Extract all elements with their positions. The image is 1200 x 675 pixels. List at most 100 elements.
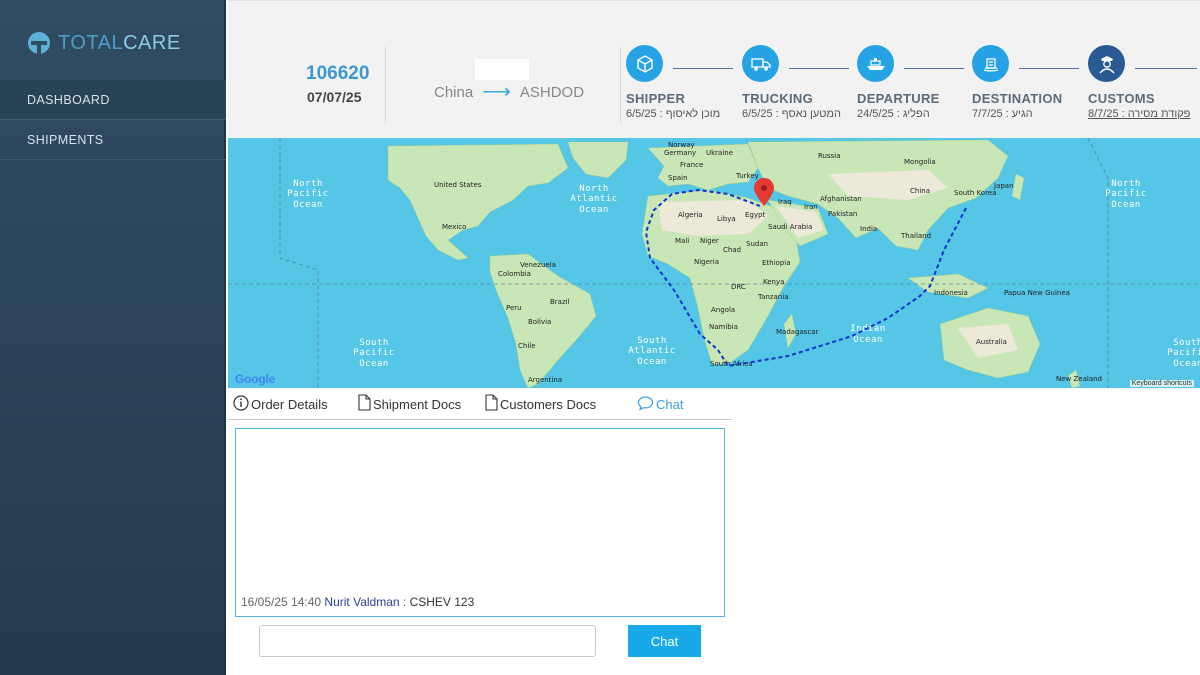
shipment-header: 106620 07/07/25 China ⟶ ASHDOD SHIPPER 6… — [228, 0, 1200, 138]
svg-text:Mali: Mali — [675, 237, 689, 245]
svg-text:Colombia: Colombia — [498, 270, 531, 278]
svg-text:New Zealand: New Zealand — [1056, 375, 1102, 383]
tab-label: Order Details — [251, 396, 328, 412]
document-icon — [358, 394, 371, 414]
svg-text:Pacific: Pacific — [287, 189, 328, 199]
step-title: DESTINATION — [972, 91, 1063, 106]
header-divider — [385, 47, 386, 123]
svg-text:India: India — [860, 225, 877, 233]
redacted-field — [475, 59, 529, 80]
step-customs[interactable]: CUSTOMS 8/7/25 : פקודת מסירה — [1088, 45, 1198, 120]
svg-text:Papua New Guinea: Papua New Guinea — [1004, 289, 1070, 297]
svg-text:Niger: Niger — [700, 237, 719, 245]
svg-text:France: France — [680, 161, 703, 169]
svg-text:Saudi Arabia: Saudi Arabia — [768, 223, 812, 231]
svg-text:Sudan: Sudan — [746, 240, 768, 248]
svg-text:South Africa: South Africa — [710, 360, 753, 368]
svg-text:Pacific: Pacific — [353, 348, 394, 358]
port-icon — [972, 45, 1009, 82]
order-number: 106620 — [306, 63, 370, 84]
svg-text:North: North — [1111, 179, 1141, 189]
svg-text:Ethiopia: Ethiopia — [762, 259, 791, 267]
sidebar-item-dashboard[interactable]: DASHBOARD — [0, 80, 226, 120]
svg-text:Iraq: Iraq — [778, 198, 792, 206]
tab-label: Customers Docs — [500, 396, 597, 412]
svg-text:Ocean: Ocean — [1111, 200, 1141, 210]
step-departure[interactable]: DEPARTURE 24/5/25 : הפליג — [857, 45, 967, 120]
svg-text:Bolivia: Bolivia — [528, 318, 551, 326]
step-status: 6/5/25 : המטען נאסף — [742, 108, 841, 120]
svg-text:Ocean: Ocean — [359, 359, 389, 369]
svg-text:Venezuela: Venezuela — [520, 261, 556, 269]
sidebar-item-shipments[interactable]: SHIPMENTS — [0, 120, 226, 160]
svg-text:Afghanistan: Afghanistan — [820, 195, 862, 203]
svg-text:North: North — [293, 179, 323, 189]
svg-text:Argentina: Argentina — [528, 376, 562, 384]
svg-text:Germany: Germany — [664, 149, 696, 157]
header-divider — [620, 47, 621, 123]
svg-text:North: North — [579, 184, 609, 194]
step-shipper[interactable]: SHIPPER 6/5/25 : מוכן לאיסוף — [626, 45, 736, 120]
svg-text:Nigeria: Nigeria — [694, 258, 719, 266]
sidebar-nav: DASHBOARD SHIPMENTS — [0, 80, 226, 160]
order-date: 07/07/25 — [307, 89, 362, 105]
svg-text:Japan: Japan — [993, 182, 1014, 190]
step-trucking[interactable]: TRUCKING 6/5/25 : המטען נאסף — [742, 45, 852, 120]
chat-bubble-icon — [637, 395, 654, 414]
step-status: 6/5/25 : מוכן לאיסוף — [626, 108, 721, 120]
message-separator: : — [399, 595, 410, 609]
svg-text:South: South — [637, 336, 667, 346]
svg-text:Mongolia: Mongolia — [904, 158, 936, 166]
svg-text:Egypt: Egypt — [745, 211, 765, 219]
document-icon — [485, 394, 498, 414]
customs-officer-icon — [1088, 45, 1125, 82]
svg-text:Namibia: Namibia — [709, 323, 738, 331]
tab-label: Shipment Docs — [373, 396, 462, 412]
keyboard-shortcuts-link[interactable]: Keyboard shortcuts — [1129, 380, 1194, 387]
svg-text:Ocean: Ocean — [1173, 359, 1200, 369]
svg-text:Turkey: Turkey — [735, 172, 759, 180]
svg-text:Chad: Chad — [723, 246, 741, 254]
step-title: SHIPPER — [626, 91, 686, 106]
svg-text:Pakistan: Pakistan — [828, 210, 857, 218]
chat-message-input[interactable] — [259, 625, 596, 657]
svg-text:Algeria: Algeria — [678, 211, 703, 219]
svg-text:Ocean: Ocean — [293, 200, 323, 210]
svg-text:Tanzania: Tanzania — [757, 293, 788, 301]
svg-text:Australia: Australia — [976, 338, 1007, 346]
logo-icon — [28, 32, 50, 54]
truck-icon — [742, 45, 779, 82]
send-chat-button[interactable]: Chat — [628, 625, 701, 657]
svg-text:Thailand: Thailand — [900, 232, 931, 240]
sidebar: TOTALCARE DASHBOARD SHIPMENTS — [0, 0, 226, 675]
chat-message: 16/05/25 14:40 Nurit Valdman : CSHEV 123 — [241, 595, 474, 609]
svg-text:South Korea: South Korea — [954, 189, 996, 197]
shipment-progress: SHIPPER 6/5/25 : מוכן לאיסוף TRUCKING 6/… — [626, 45, 1200, 125]
brand-logo[interactable]: TOTALCARE — [28, 28, 181, 58]
svg-text:Atlantic: Atlantic — [570, 194, 617, 204]
svg-text:United States: United States — [434, 181, 482, 189]
svg-text:Angola: Angola — [711, 306, 735, 314]
svg-text:Ocean: Ocean — [579, 205, 609, 215]
step-title: DEPARTURE — [857, 91, 940, 106]
step-status-link[interactable]: 8/7/25 : פקודת מסירה — [1088, 108, 1190, 120]
app: TOTALCARE DASHBOARD SHIPMENTS 106620 07/… — [0, 0, 1200, 675]
svg-text:Atlantic: Atlantic — [628, 346, 675, 356]
svg-text:Peru: Peru — [506, 304, 522, 312]
brand-name: TOTALCARE — [58, 31, 181, 54]
google-logo[interactable]: Google — [235, 372, 275, 386]
tab-customers-docs[interactable]: Customers Docs — [485, 394, 596, 414]
svg-text:South: South — [359, 338, 389, 348]
tab-label: Chat — [656, 396, 684, 412]
svg-text:Spain: Spain — [668, 174, 688, 182]
tab-chat[interactable]: Chat — [637, 394, 683, 414]
svg-text:Russia: Russia — [818, 152, 841, 160]
message-timestamp: 16/05/25 14:40 — [241, 595, 322, 609]
tab-order-details[interactable]: Order Details — [233, 394, 328, 414]
box-icon — [626, 45, 663, 82]
step-destination[interactable]: DESTINATION 7/7/25 : הגיע — [972, 45, 1082, 120]
shipment-route-map[interactable]: North Pacific Ocean North Atlantic Ocean… — [228, 138, 1200, 388]
tab-shipment-docs[interactable]: Shipment Docs — [358, 394, 461, 414]
svg-text:China: China — [910, 187, 930, 195]
chat-messages-panel[interactable]: 16/05/25 14:40 Nurit Valdman : CSHEV 123 — [235, 428, 725, 617]
